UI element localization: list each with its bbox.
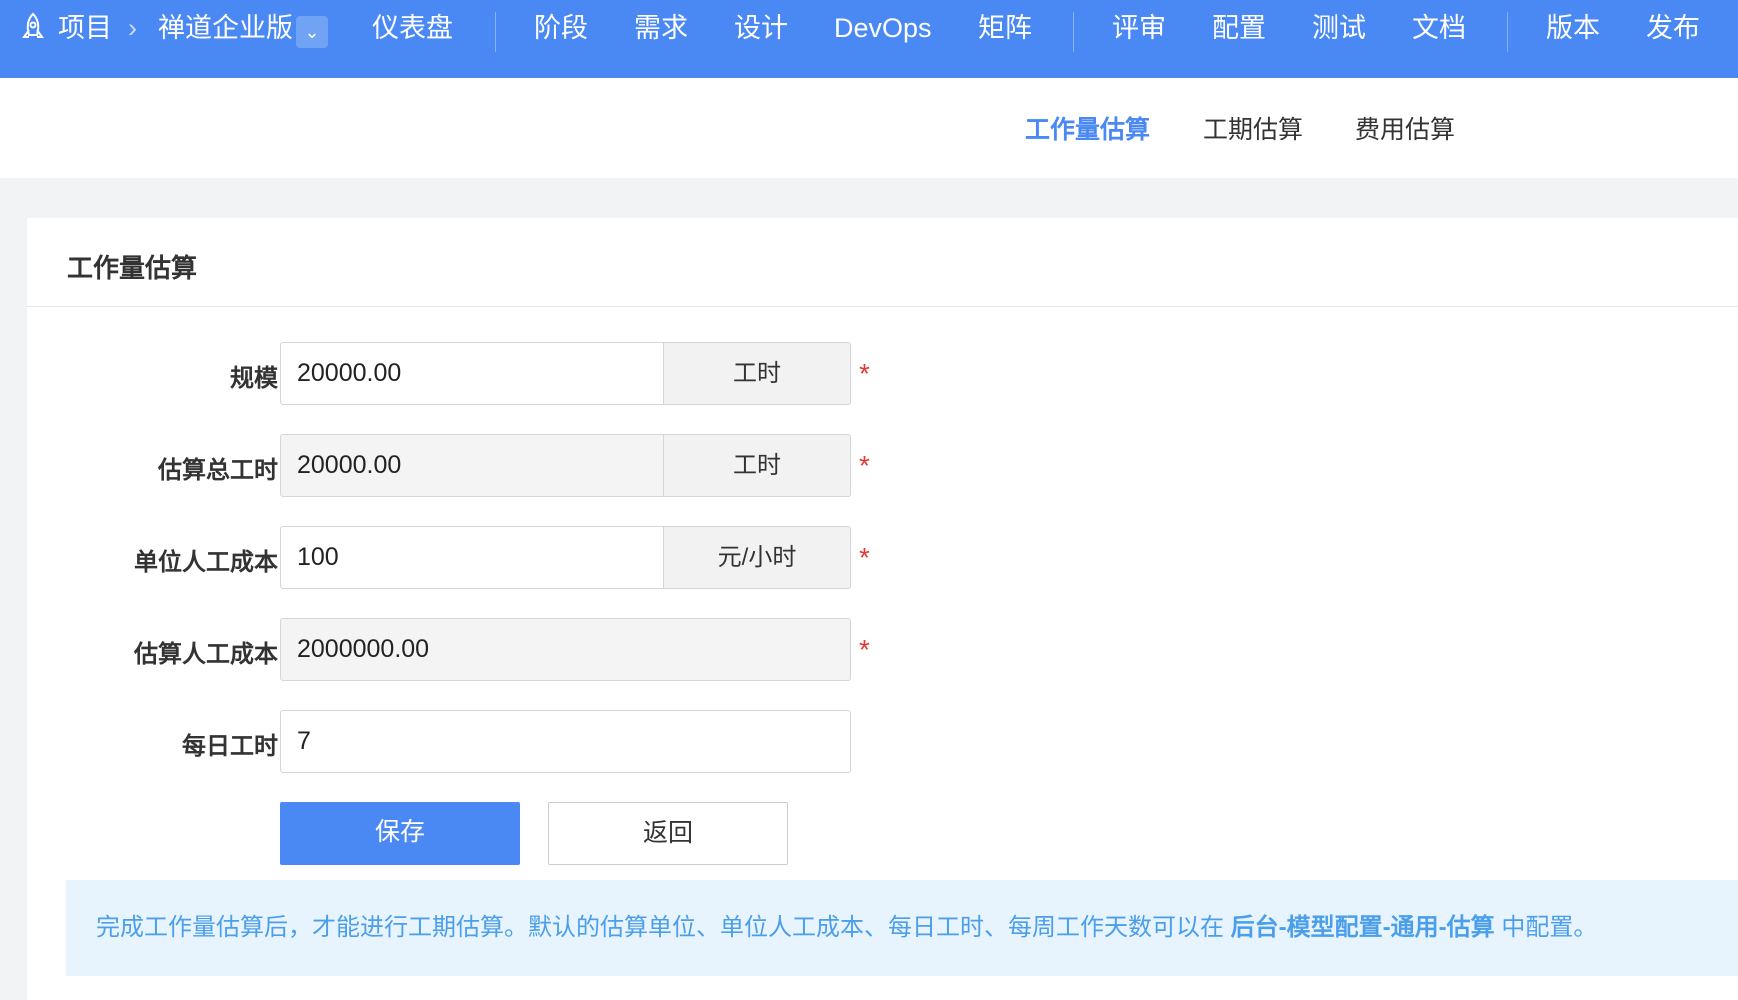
required-mark: * bbox=[859, 542, 870, 573]
nav-doc[interactable]: 文档 bbox=[1412, 12, 1466, 44]
divider bbox=[1073, 12, 1074, 52]
chevron-right-icon: › bbox=[128, 13, 137, 43]
save-button[interactable]: 保存 bbox=[280, 802, 520, 865]
nav-release[interactable]: 发布 bbox=[1646, 12, 1700, 44]
unit-cost-unit: 元/小时 bbox=[663, 526, 851, 589]
sub-nav: 工作量估算 工期估算 费用估算 bbox=[0, 78, 1738, 178]
info-text-end: 中配置。 bbox=[1494, 914, 1598, 941]
nav-story[interactable]: 需求 bbox=[634, 12, 688, 44]
divider bbox=[27, 306, 1738, 307]
nav-stage[interactable]: 阶段 bbox=[534, 12, 588, 44]
total-hours-unit: 工时 bbox=[663, 434, 851, 497]
tab-cost[interactable]: 费用估算 bbox=[1355, 110, 1455, 146]
required-mark: * bbox=[859, 358, 870, 389]
card-title: 工作量估算 bbox=[67, 253, 198, 283]
required-mark: * bbox=[859, 450, 870, 481]
rocket-icon bbox=[20, 12, 46, 49]
divider bbox=[1507, 12, 1508, 52]
nav-test[interactable]: 测试 bbox=[1312, 12, 1366, 44]
nav-devops[interactable]: DevOps bbox=[834, 12, 932, 44]
estimate-card: 工作量估算 规模 20000.00 工时 * 估算总工时 20000.00 工时… bbox=[27, 218, 1738, 1000]
nav-config[interactable]: 配置 bbox=[1212, 12, 1266, 44]
scale-label: 规模 bbox=[230, 365, 278, 392]
tab-workload[interactable]: 工作量估算 bbox=[1025, 110, 1150, 146]
tab-duration[interactable]: 工期估算 bbox=[1203, 110, 1303, 146]
daily-hours-label: 每日工时 bbox=[182, 733, 278, 760]
nav-dashboard[interactable]: 仪表盘 bbox=[372, 12, 453, 44]
required-mark: * bbox=[859, 634, 870, 665]
daily-hours-input[interactable]: 7 bbox=[280, 710, 851, 773]
labor-cost-label: 估算人工成本 bbox=[134, 641, 278, 668]
config-link[interactable]: 后台-模型配置-通用-估算 bbox=[1231, 914, 1495, 941]
labor-cost-input[interactable]: 2000000.00 bbox=[280, 618, 851, 681]
nav-review[interactable]: 评审 bbox=[1112, 12, 1166, 44]
divider bbox=[495, 12, 496, 52]
nav-project[interactable]: 项目 bbox=[58, 12, 112, 44]
product-name[interactable]: 禅道企业版 bbox=[158, 12, 293, 44]
back-button[interactable]: 返回 bbox=[548, 802, 788, 865]
nav-design[interactable]: 设计 bbox=[734, 12, 788, 44]
chevron-down-icon[interactable]: ⌄ bbox=[296, 16, 328, 48]
top-nav: 项目 › 禅道企业版 ⌄ 仪表盘 阶段 需求 设计 DevOps 矩阵 评审 配… bbox=[0, 0, 1738, 78]
scale-unit: 工时 bbox=[663, 342, 851, 405]
info-text: 完成工作量估算后，才能进行工期估算。默认的估算单位、单位人工成本、每日工时、每周… bbox=[96, 914, 1231, 941]
nav-build[interactable]: 版本 bbox=[1546, 12, 1600, 44]
info-alert: 完成工作量估算后，才能进行工期估算。默认的估算单位、单位人工成本、每日工时、每周… bbox=[66, 880, 1738, 976]
total-hours-label: 估算总工时 bbox=[158, 457, 278, 484]
nav-matrix[interactable]: 矩阵 bbox=[978, 12, 1032, 44]
unit-cost-label: 单位人工成本 bbox=[134, 549, 278, 576]
